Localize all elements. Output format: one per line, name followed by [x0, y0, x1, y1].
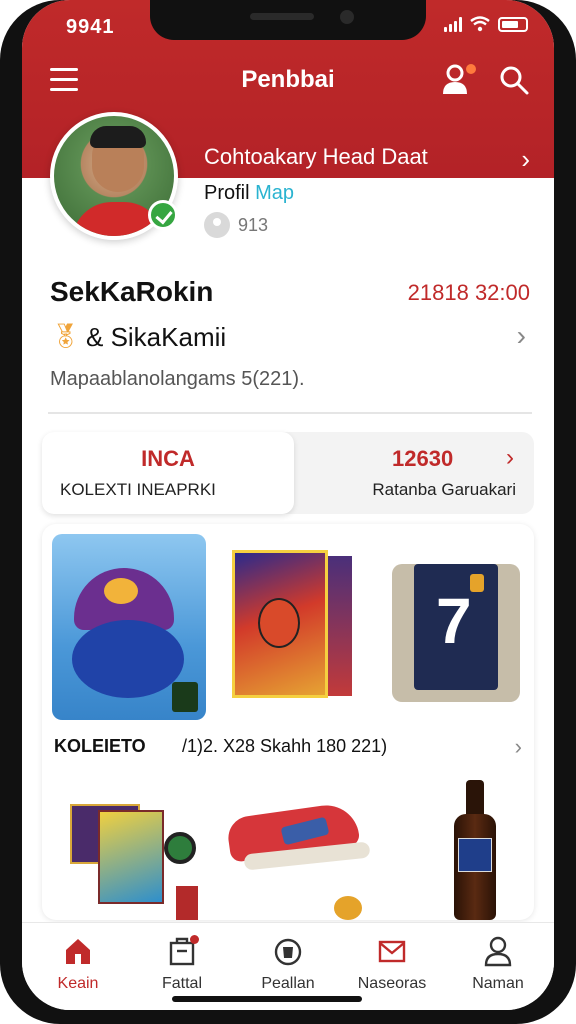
user-icon — [484, 936, 512, 967]
chevron-right-icon: › — [506, 444, 514, 471]
home-icon — [66, 939, 90, 964]
profile-count: 913 — [204, 212, 268, 238]
stat-right-label: Ratanba Garuakari — [372, 480, 516, 499]
chevron-right-icon: › — [516, 320, 526, 351]
profile-link-label: Cohtoakary Head Daat — [204, 144, 428, 169]
stat-left-value: INCA — [141, 446, 195, 471]
medal-icon: 🏅︎ — [50, 323, 81, 350]
stats-panel: INCA KOLEXTI INEAPRKI 12630 › Ratanba Ga… — [42, 432, 534, 514]
notification-dot — [466, 64, 476, 74]
nav-item-store[interactable]: Fattal — [134, 931, 230, 1003]
verified-badge-icon — [148, 200, 178, 230]
nav-item-home[interactable]: Keain — [30, 931, 126, 1003]
search-icon — [500, 66, 529, 95]
signal-icon — [444, 16, 462, 32]
status-time: 9941 — [66, 16, 115, 38]
profile-link[interactable]: Cohtoakary Head Daat › — [204, 140, 544, 174]
product-sneakers[interactable] — [225, 800, 372, 920]
chevron-right-icon: › — [514, 734, 522, 759]
product-bottle[interactable] — [452, 780, 498, 920]
device-notch — [150, 0, 426, 40]
home-indicator[interactable] — [172, 996, 362, 1002]
product-jersey-bag[interactable]: 7 — [392, 550, 520, 702]
info-line: Mapaablanolangams 5(221). — [50, 368, 305, 390]
status-icons — [444, 16, 528, 32]
nav-item-profile[interactable]: Naman — [450, 931, 546, 1003]
notification-dot — [190, 935, 199, 944]
bag-icon — [274, 938, 302, 966]
chevron-right-icon: › — [521, 144, 530, 174]
nav-item-bag[interactable]: Peallan — [240, 931, 336, 1003]
user-name: SekKaRokin — [50, 276, 214, 307]
divider — [48, 412, 532, 414]
search-button[interactable] — [498, 64, 530, 96]
speaker-grille — [250, 13, 314, 20]
stat-right-value: 12630 — [392, 446, 454, 471]
timestamp: 21818 32:00 — [407, 280, 530, 305]
account-button[interactable] — [440, 62, 476, 96]
profile-count-value: 913 — [238, 214, 269, 235]
collection-header[interactable]: KOLEIETO /1)2. X28 Skahh 180 221) › — [54, 734, 524, 764]
profile-map-link[interactable]: Profil Map — [204, 182, 294, 205]
collection-title: KOLEIETO — [54, 736, 146, 756]
product-cap[interactable] — [52, 534, 206, 720]
phone-frame: 9941 Penbbai Cohtoakary Head Daat › Prof… — [0, 0, 576, 1024]
stat-left-label: KOLEXTI INEAPRKI — [60, 480, 216, 499]
product-board-game[interactable] — [70, 804, 200, 920]
stat-card-collection[interactable]: INCA KOLEXTI INEAPRKI — [42, 432, 294, 514]
wifi-icon — [470, 16, 490, 32]
nav-item-mail[interactable]: Naseoras — [344, 931, 440, 1003]
front-camera — [340, 10, 354, 24]
battery-icon — [498, 16, 528, 32]
location-pin-icon — [204, 212, 230, 238]
product-boxed-figure[interactable] — [232, 550, 352, 698]
collection-grid: 7 KOLEIETO /1)2. X28 Skahh 180 221) › — [42, 524, 534, 920]
collection-meta: /1)2. X28 Skahh 180 221) — [182, 736, 388, 756]
tag-label: & SikaKamii — [86, 322, 227, 352]
mail-icon — [378, 940, 406, 963]
tag-row[interactable]: 🏅︎ & SikaKamii › — [50, 320, 530, 356]
app-screen: 9941 Penbbai Cohtoakary Head Daat › Prof… — [22, 0, 554, 1010]
